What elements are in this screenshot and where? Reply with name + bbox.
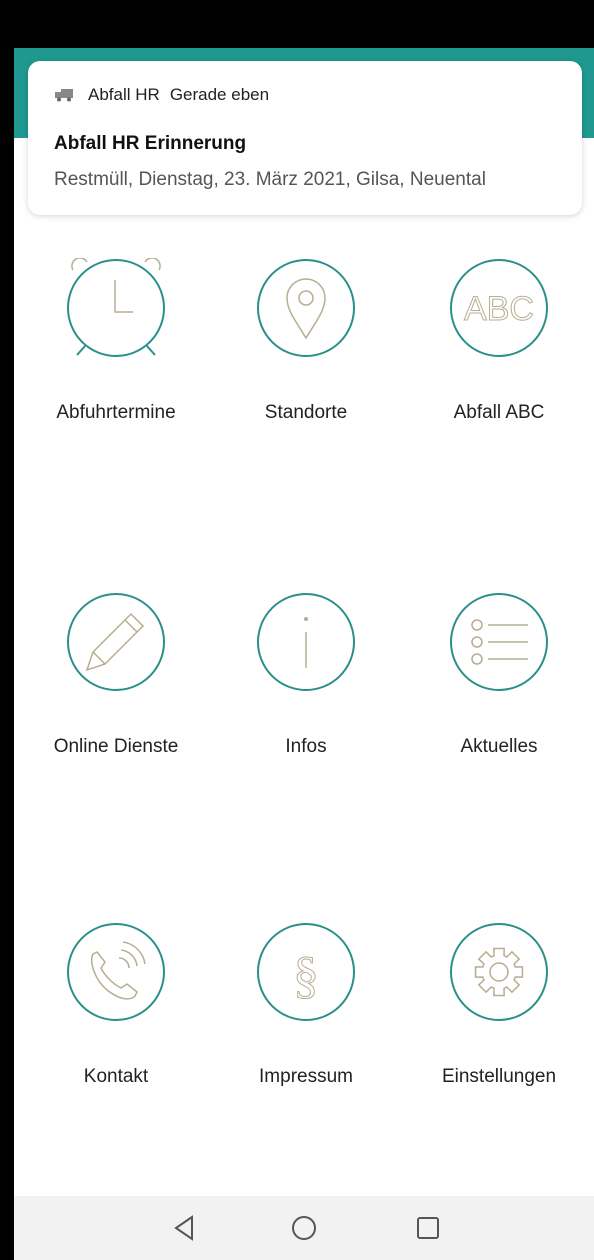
menu-item-label: Aktuelles (460, 736, 538, 757)
notification-title: Abfall HR Erinnerung (54, 133, 247, 154)
abc-icon: ABC (450, 259, 548, 357)
menu-item-aktuelles[interactable]: Aktuelles (404, 592, 594, 792)
menu-item-abfall-abc[interactable]: ABC Abfall ABC (404, 258, 594, 458)
menu-item-impressum[interactable]: § Impressum (211, 922, 401, 1122)
notification-body: Restmüll, Dienstag, 23. März 2021, Gilsa… (54, 169, 486, 190)
notification-app-name: Abfall HR (88, 85, 160, 104)
location-pin-icon (257, 259, 355, 357)
paragraph-symbol: § (293, 947, 319, 1004)
list-icon (450, 593, 548, 691)
phone-icon (67, 923, 165, 1021)
menu-item-label: Online Dienste (53, 736, 179, 757)
menu-item-online-dienste[interactable]: Online Dienste (21, 592, 211, 792)
paragraph-icon: § (257, 923, 355, 1021)
menu-item-label: Abfall ABC (453, 402, 545, 423)
menu-item-label: Impressum (259, 1066, 353, 1087)
recents-icon[interactable] (410, 1210, 446, 1246)
menu-item-abfuhrtermine[interactable]: Abfuhrtermine (21, 258, 211, 458)
menu-item-label: Standorte (264, 402, 348, 423)
back-icon[interactable] (166, 1210, 202, 1246)
menu-item-einstellungen[interactable]: Einstellungen (404, 922, 594, 1122)
notification-header: Abfall HR Gerade eben (54, 85, 269, 105)
menu-item-label: Einstellungen (441, 1066, 557, 1087)
alarm-clock-icon (67, 258, 165, 357)
truck-icon (55, 89, 73, 102)
gear-icon (450, 923, 548, 1021)
pencil-icon (67, 593, 165, 691)
menu-item-standorte[interactable]: Standorte (211, 258, 401, 458)
app-screen: Abfall HR Gerade eben Abfall HR Erinneru… (14, 0, 594, 1260)
menu-item-label: Kontakt (83, 1066, 149, 1087)
system-navigation-bar (14, 1196, 594, 1260)
menu-item-label: Abfuhrtermine (56, 402, 176, 423)
menu-item-kontakt[interactable]: Kontakt (21, 922, 211, 1122)
notification-card[interactable]: Abfall HR Gerade eben Abfall HR Erinneru… (28, 61, 582, 215)
notification-time: Gerade eben (169, 85, 270, 104)
menu-item-label: Infos (285, 736, 327, 757)
info-icon (257, 593, 355, 691)
menu-item-infos[interactable]: Infos (211, 592, 401, 792)
status-bar (14, 0, 594, 48)
abc-text: ABC (464, 290, 534, 328)
home-icon[interactable] (286, 1210, 322, 1246)
